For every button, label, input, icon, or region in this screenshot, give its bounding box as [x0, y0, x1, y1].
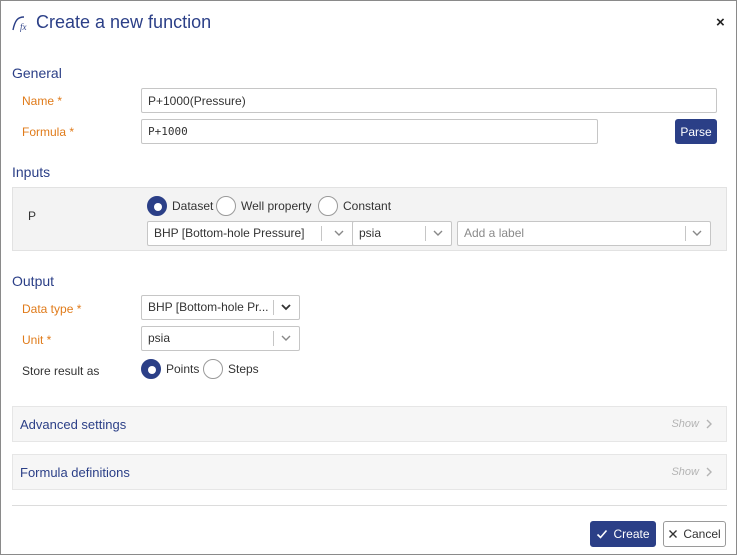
- close-icon: [669, 530, 678, 538]
- radio-constant[interactable]: Constant: [318, 196, 391, 216]
- data-type-label: Data type: [22, 302, 81, 316]
- inputs-panel: P Dataset Well property Constant BHP [Bo…: [12, 187, 727, 251]
- select-separator: [321, 226, 322, 241]
- create-button[interactable]: Create: [590, 521, 656, 547]
- input-unit-select[interactable]: psia: [352, 221, 452, 246]
- chevron-right-icon: [706, 419, 712, 429]
- cancel-button-label: Cancel: [683, 527, 721, 541]
- radio-label: Points: [166, 362, 200, 376]
- add-label-select[interactable]: Add a label: [457, 221, 711, 246]
- radio-points[interactable]: Points: [141, 359, 199, 379]
- chevron-down-icon: [334, 230, 344, 236]
- function-fx-icon: fx: [12, 16, 27, 32]
- formula-definitions-title: Formula definitions: [20, 465, 130, 480]
- chevron-down-icon: [281, 335, 291, 341]
- input-unit-value: psia: [359, 226, 382, 240]
- dataset-select[interactable]: BHP [Bottom-hole Pressure]: [147, 221, 357, 246]
- data-type-select[interactable]: BHP [Bottom-hole Pr...: [141, 295, 300, 320]
- output-section-title: Output: [12, 273, 55, 289]
- advanced-settings-title: Advanced settings: [20, 417, 127, 432]
- chevron-down-icon: [692, 230, 702, 236]
- unit-label: Unit: [22, 333, 51, 347]
- output-unit-select[interactable]: psia: [141, 326, 300, 351]
- output-unit-value: psia: [148, 331, 171, 345]
- chevron-down-icon: [281, 304, 291, 311]
- name-label: Name: [22, 94, 62, 108]
- general-section-title: General: [12, 65, 62, 81]
- create-function-dialog: fx Create a new function × General Name …: [0, 0, 737, 555]
- formula-definitions-section[interactable]: Formula definitions Show: [12, 454, 727, 490]
- select-separator: [425, 226, 426, 241]
- select-separator: [273, 331, 274, 346]
- formula-label: Formula: [22, 125, 74, 139]
- store-result-label: Store result as: [22, 364, 100, 378]
- input-variable-name: P: [28, 209, 37, 223]
- radio-label: Steps: [228, 362, 259, 376]
- radio-label: Constant: [343, 199, 392, 213]
- parse-button[interactable]: Parse: [675, 119, 717, 144]
- radio-well-property[interactable]: Well property: [216, 196, 311, 216]
- footer-divider: [12, 505, 727, 506]
- radio-steps[interactable]: Steps: [203, 359, 259, 379]
- chevron-right-icon: [706, 467, 712, 477]
- advanced-settings-section[interactable]: Advanced settings Show: [12, 406, 727, 442]
- radio-label: Well property: [241, 199, 312, 213]
- svg-text:fx: fx: [20, 22, 27, 32]
- select-separator: [273, 300, 274, 315]
- radio-dataset[interactable]: Dataset: [147, 196, 213, 216]
- add-label-placeholder: Add a label: [464, 226, 525, 240]
- radio-label: Dataset: [172, 199, 214, 213]
- radio-circle: [203, 359, 223, 379]
- radio-circle: [318, 196, 338, 216]
- definitions-show-label: Show: [671, 466, 699, 478]
- radio-circle: [141, 359, 161, 379]
- dialog-title: Create a new function: [36, 12, 212, 32]
- create-button-label: Create: [613, 527, 650, 541]
- dialog-header: fx Create a new function ×: [1, 1, 736, 45]
- dataset-select-value: BHP [Bottom-hole Pressure]: [154, 226, 305, 240]
- data-type-value: BHP [Bottom-hole Pr...: [148, 300, 269, 314]
- formula-input[interactable]: [141, 119, 598, 144]
- cancel-button[interactable]: Cancel: [663, 521, 726, 547]
- advanced-show-label: Show: [671, 418, 699, 430]
- radio-circle: [216, 196, 236, 216]
- check-icon: [597, 529, 608, 539]
- inputs-section-title: Inputs: [12, 164, 51, 180]
- radio-circle: [147, 196, 167, 216]
- chevron-down-icon: [433, 230, 443, 236]
- close-icon[interactable]: ×: [716, 14, 725, 31]
- name-input[interactable]: [141, 88, 717, 113]
- select-separator: [685, 226, 686, 241]
